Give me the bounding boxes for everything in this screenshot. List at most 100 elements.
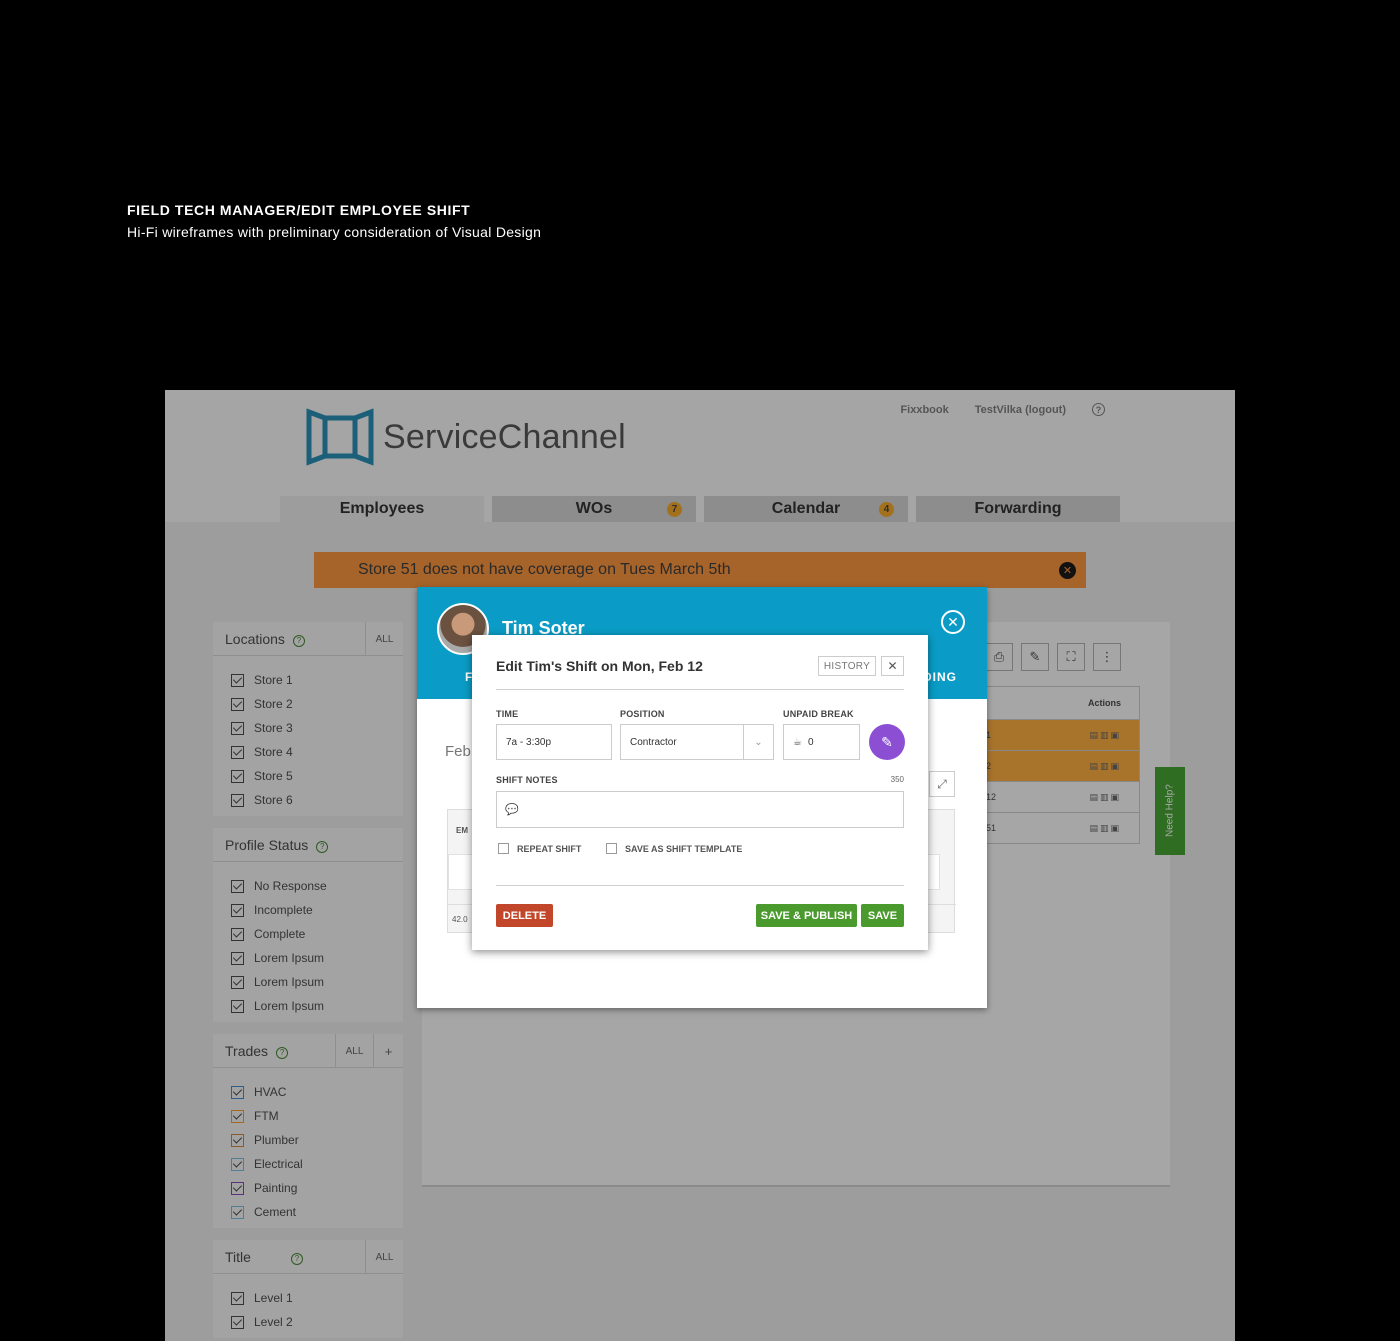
checkbox-checked-icon[interactable] xyxy=(231,1085,244,1099)
close-icon[interactable]: ✕ xyxy=(881,656,904,676)
select-all-button[interactable]: ALL xyxy=(335,1034,373,1068)
checkbox-item[interactable]: Complete xyxy=(231,922,385,946)
checkbox-checked-icon[interactable] xyxy=(231,745,244,759)
checkbox-checked-icon[interactable] xyxy=(231,1181,244,1195)
checkbox-checked-icon[interactable] xyxy=(231,769,244,783)
actions-header: Actions xyxy=(1087,698,1121,708)
checkbox-item[interactable]: FTM xyxy=(231,1104,385,1128)
checkbox-item[interactable]: Store 2 xyxy=(231,692,385,716)
checkbox-checked-icon[interactable] xyxy=(231,793,244,807)
checkbox-checked-icon[interactable] xyxy=(231,1133,244,1147)
checkbox-checked-icon[interactable] xyxy=(231,1315,244,1329)
row-action-icons[interactable]: ▤▥▣ xyxy=(1089,761,1121,772)
panel-body: No Response Incomplete Complete Lorem Ip… xyxy=(213,862,403,1022)
checkbox-item[interactable]: Plumber xyxy=(231,1128,385,1152)
checkbox-item[interactable]: Lorem Ipsum xyxy=(231,994,385,1018)
checkbox-checked-icon[interactable] xyxy=(231,1291,244,1305)
select-all-button[interactable]: ALL xyxy=(365,622,403,656)
panel-header: Trades ? ALL + xyxy=(213,1034,403,1068)
save-publish-button[interactable]: SAVE & PUBLISH xyxy=(756,904,857,927)
row-id: 51 xyxy=(986,823,997,833)
table-row[interactable]: 12 ▤▥▣ xyxy=(986,781,1139,812)
checkbox-label: Store 6 xyxy=(254,793,293,807)
shift-notes-input[interactable]: 💬 xyxy=(496,791,904,828)
date-label: Feb xyxy=(445,743,471,760)
unpaid-break-input[interactable]: ☕ 0 xyxy=(783,724,860,760)
position-select[interactable]: Contractor ⌄ xyxy=(620,724,774,760)
checkbox-checked-icon[interactable] xyxy=(231,975,244,989)
more-options-icon[interactable]: ⋮ xyxy=(1093,643,1121,671)
select-all-button[interactable]: ALL xyxy=(365,1240,403,1274)
checkbox-item[interactable]: Lorem Ipsum xyxy=(231,946,385,970)
save-button[interactable]: SAVE xyxy=(861,904,904,927)
checkbox-checked-icon[interactable] xyxy=(231,879,244,893)
checkbox-unchecked-icon[interactable] xyxy=(606,843,617,854)
fullscreen-icon[interactable]: ⛶ xyxy=(1057,643,1085,671)
help-icon[interactable]: ? xyxy=(290,1252,303,1265)
time-input[interactable]: 7a - 3:30p xyxy=(496,724,612,760)
checkbox-item[interactable]: Store 4 xyxy=(231,740,385,764)
close-icon[interactable]: ✕ xyxy=(941,610,965,634)
checkbox-item[interactable]: Store 3 xyxy=(231,716,385,740)
tab-employees[interactable]: Employees xyxy=(280,496,484,522)
checkbox-checked-icon[interactable] xyxy=(231,927,244,941)
modal-tab-right[interactable]: DING xyxy=(923,670,957,684)
expand-icon[interactable]: ⤢ xyxy=(929,771,955,797)
logout-link[interactable]: TestVilka (logout) xyxy=(975,404,1066,416)
history-button[interactable]: HISTORY xyxy=(818,656,876,676)
fixxbook-link[interactable]: Fixxbook xyxy=(900,404,948,416)
checkbox-checked-icon[interactable] xyxy=(231,1205,244,1219)
print-icon[interactable]: ⎙ xyxy=(985,643,1013,671)
help-icon[interactable]: ? xyxy=(276,1046,289,1059)
checkbox-unchecked-icon[interactable] xyxy=(498,843,509,854)
checkbox-label: No Response xyxy=(254,879,327,893)
checkbox-item[interactable]: No Response xyxy=(231,874,385,898)
checkbox-checked-icon[interactable] xyxy=(231,673,244,687)
wrench-icon[interactable]: ✎ xyxy=(1021,643,1049,671)
panel-body: Store 1 Store 2 Store 3 Store 4 Store 5 … xyxy=(213,656,403,816)
checkbox-item[interactable]: Cement xyxy=(231,1200,385,1224)
checkbox-checked-icon[interactable] xyxy=(231,697,244,711)
checkbox-label: SAVE AS SHIFT TEMPLATE xyxy=(625,843,743,854)
logo[interactable]: ServiceChannel xyxy=(305,406,626,468)
pencil-icon[interactable]: ✎ xyxy=(869,724,905,760)
checkbox-item[interactable]: Store 5 xyxy=(231,764,385,788)
checkbox-item[interactable]: Painting xyxy=(231,1176,385,1200)
chevron-down-icon[interactable]: ⌄ xyxy=(743,725,773,759)
checkbox-item[interactable]: Store 6 xyxy=(231,788,385,812)
help-icon[interactable]: ? xyxy=(1092,403,1105,416)
caption-subtitle: Hi-Fi wireframes with preliminary consid… xyxy=(127,224,542,240)
checkbox-item[interactable]: Level 2 xyxy=(231,1310,385,1334)
checkbox-checked-icon[interactable] xyxy=(231,721,244,735)
table-row[interactable]: 51 ▤▥▣ xyxy=(986,812,1139,843)
row-action-icons[interactable]: ▤▥▣ xyxy=(1089,823,1121,834)
checkbox-label: FTM xyxy=(254,1109,279,1123)
checkbox-item[interactable]: Store 1 xyxy=(231,668,385,692)
checkbox-checked-icon[interactable] xyxy=(231,903,244,917)
need-help-tab[interactable]: Need Help? xyxy=(1155,767,1185,855)
tab-calendar[interactable]: Calendar 4 xyxy=(704,496,908,522)
checkbox-item[interactable]: Electrical xyxy=(231,1152,385,1176)
help-icon[interactable]: ? xyxy=(292,634,305,647)
checkbox-checked-icon[interactable] xyxy=(231,999,244,1013)
table-row[interactable]: 2 ▤▥▣ xyxy=(986,750,1139,781)
row-action-icons[interactable]: ▤▥▣ xyxy=(1089,792,1121,803)
row-action-icons[interactable]: ▤▥▣ xyxy=(1089,730,1121,741)
checkbox-item[interactable]: Lorem Ipsum xyxy=(231,970,385,994)
checkbox-checked-icon[interactable] xyxy=(231,1157,244,1171)
checkbox-checked-icon[interactable] xyxy=(231,1109,244,1123)
tab-forwarding[interactable]: Forwarding xyxy=(916,496,1120,522)
checkbox-item[interactable]: Level 1 xyxy=(231,1286,385,1310)
close-icon[interactable]: ✕ xyxy=(1059,562,1076,579)
repeat-shift-checkbox[interactable]: REPEAT SHIFT xyxy=(498,843,581,854)
delete-button[interactable]: DELETE xyxy=(496,904,553,927)
save-template-checkbox[interactable]: SAVE AS SHIFT TEMPLATE xyxy=(606,843,742,854)
help-icon[interactable]: ? xyxy=(316,840,329,853)
checkbox-label: Store 5 xyxy=(254,769,293,783)
checkbox-checked-icon[interactable] xyxy=(231,951,244,965)
checkbox-item[interactable]: HVAC xyxy=(231,1080,385,1104)
add-trade-button[interactable]: + xyxy=(373,1034,403,1068)
tab-wos[interactable]: WOs 7 xyxy=(492,496,696,522)
checkbox-item[interactable]: Incomplete xyxy=(231,898,385,922)
table-row[interactable]: 1 ▤▥▣ xyxy=(986,719,1139,750)
